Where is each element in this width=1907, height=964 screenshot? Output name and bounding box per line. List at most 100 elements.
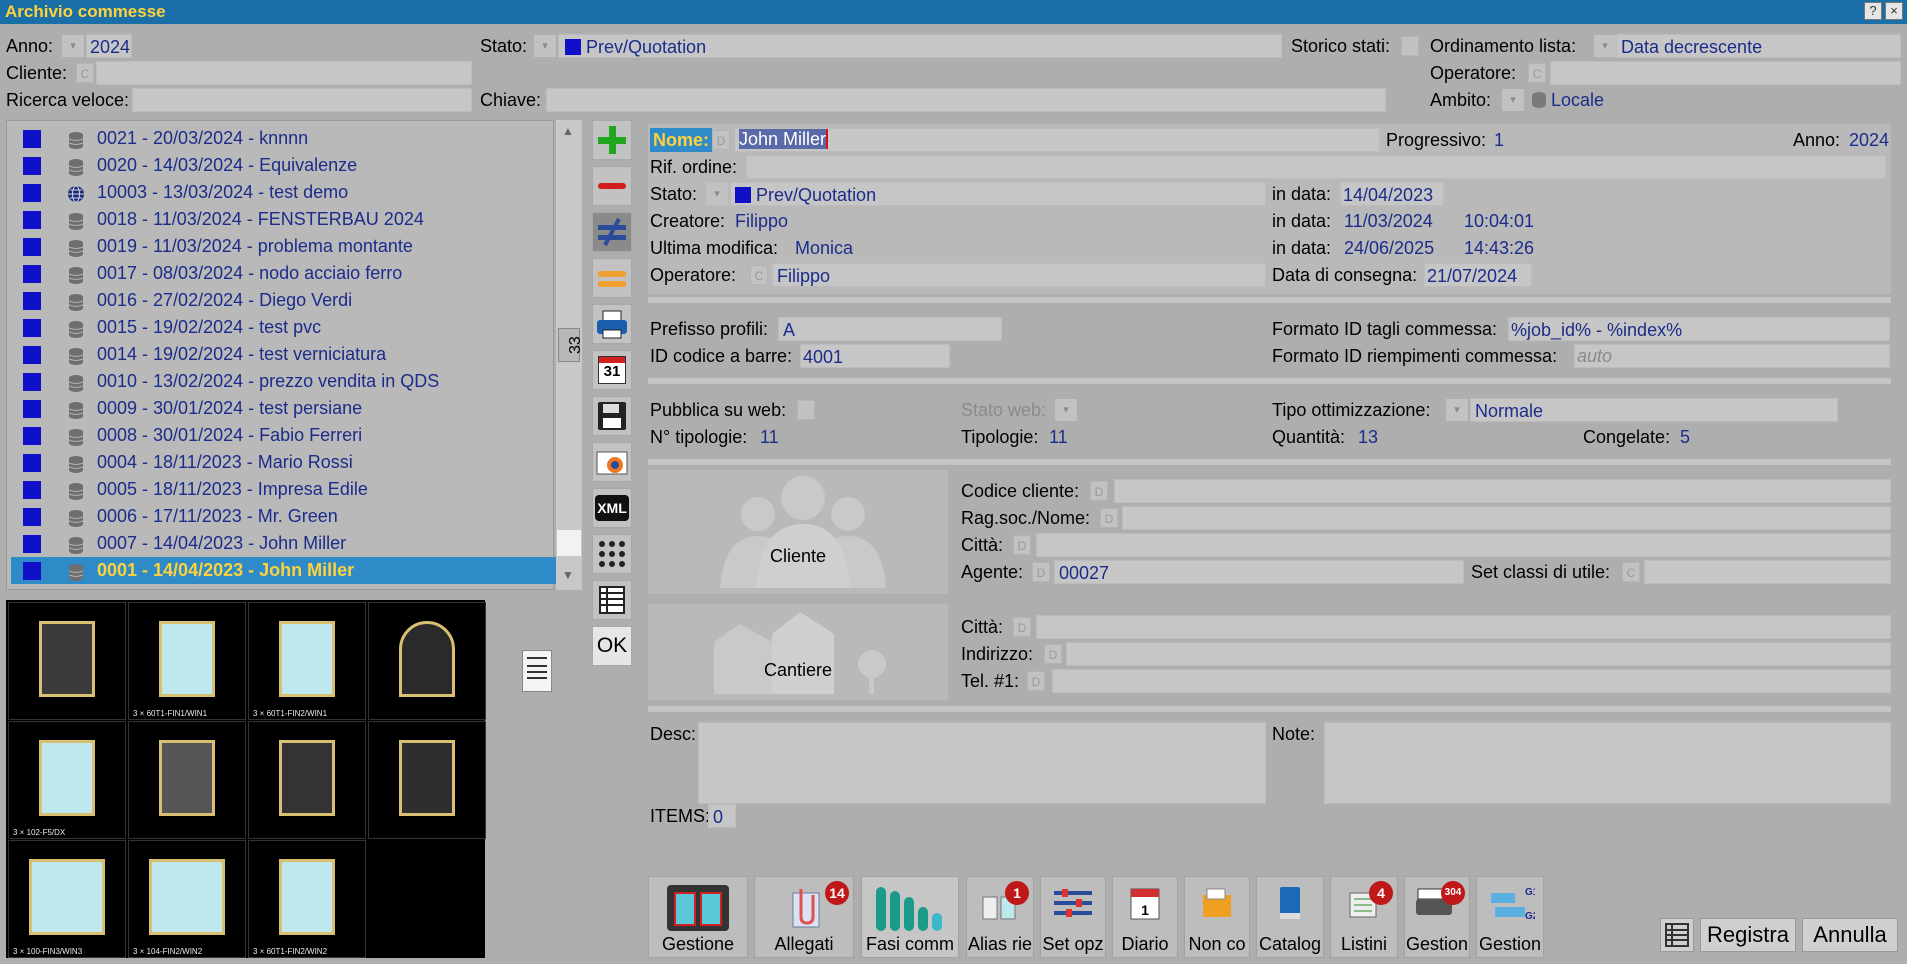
indirizzo-field[interactable] xyxy=(1066,642,1891,666)
stato-data-value[interactable]: 14/04/2023 xyxy=(1340,182,1444,206)
cantiere-citta-d-button[interactable]: D xyxy=(1013,617,1031,637)
nome-d-button[interactable]: D xyxy=(712,130,730,150)
setclassi-field[interactable] xyxy=(1644,560,1891,584)
detail-operatore-field[interactable]: Filippo xyxy=(772,263,1266,287)
stato-dropdown-icon[interactable]: ▾ xyxy=(534,35,556,57)
detail-stato-field[interactable]: Prev/Quotation xyxy=(730,182,1266,206)
close-button[interactable]: × xyxy=(1885,2,1903,20)
set-opzioni-button[interactable]: Set opz xyxy=(1040,876,1106,958)
desc-textarea[interactable] xyxy=(698,722,1266,804)
list-item[interactable]: 0005 - 18/11/2023 - Impresa Edile xyxy=(11,476,557,503)
ordinamento-field[interactable]: Data decrescente xyxy=(1616,34,1901,58)
codcli-field[interactable] xyxy=(1114,479,1891,503)
list-item[interactable]: 0006 - 17/11/2023 - Mr. Green xyxy=(11,503,557,530)
calendar-button[interactable]: 31 xyxy=(592,350,632,390)
scroll-thumb[interactable] xyxy=(557,530,581,556)
thumbnail[interactable] xyxy=(368,602,486,720)
list-scrollbar[interactable]: ▲ 33 ▼ xyxy=(556,120,584,590)
cantiere-card[interactable]: Cantiere xyxy=(648,604,948,700)
gestione-2-button[interactable]: Gestion 304 xyxy=(1404,876,1470,958)
cliente-filter-c-button[interactable]: C xyxy=(76,63,94,83)
ragsoc-d-button[interactable]: D xyxy=(1100,508,1118,528)
list-item[interactable]: 0014 - 19/02/2024 - test verniciatura xyxy=(11,341,557,368)
report-document-icon[interactable] xyxy=(522,650,552,692)
thumbnail[interactable]: 3 × 60T1-FIN1/WIN1 xyxy=(128,602,246,720)
codcli-d-button[interactable]: D xyxy=(1090,481,1108,501)
thumbnail[interactable] xyxy=(128,721,246,839)
cliente-citta-d-button[interactable]: D xyxy=(1013,535,1031,555)
thumbnail[interactable]: 3 × 104-FIN2/WIN2 xyxy=(128,840,246,958)
cliente-citta-field[interactable] xyxy=(1036,533,1891,557)
consegna-value[interactable]: 21/07/2024 xyxy=(1424,263,1532,287)
stato-filter-field[interactable]: Prev/Quotation xyxy=(558,34,1282,58)
detail-operatore-c-button[interactable]: C xyxy=(750,265,768,285)
ragsoc-field[interactable] xyxy=(1122,506,1891,530)
tel-field[interactable] xyxy=(1052,669,1891,693)
setclassi-c-button[interactable]: C xyxy=(1622,562,1640,582)
equal-button[interactable] xyxy=(592,258,632,298)
gestione-3-button[interactable]: G1 G2 Gestion xyxy=(1476,876,1544,958)
agente-d-button[interactable]: D xyxy=(1032,562,1050,582)
items-value[interactable]: 0 xyxy=(708,804,736,828)
list-view-button[interactable] xyxy=(1660,918,1694,952)
list-item[interactable]: 0007 - 14/04/2023 - John Miller xyxy=(11,530,557,557)
list-item[interactable]: 0015 - 19/02/2024 - test pvc xyxy=(11,314,557,341)
agente-field[interactable]: 00027 xyxy=(1054,560,1464,584)
registra-button[interactable]: Registra xyxy=(1700,918,1796,952)
list-item[interactable]: 0008 - 30/01/2024 - Fabio Ferreri xyxy=(11,422,557,449)
indirizzo-d-button[interactable]: D xyxy=(1044,644,1062,664)
alias-button[interactable]: Alias rie 1 xyxy=(966,876,1034,958)
list-item[interactable]: 0009 - 30/01/2024 - test persiane xyxy=(11,395,557,422)
cliente-filter-field[interactable] xyxy=(96,61,472,85)
fasi-commessa-button[interactable]: Fasi comm xyxy=(861,876,959,958)
statoweb-dropdown-icon[interactable]: ▾ xyxy=(1055,399,1077,421)
list-item[interactable]: 0018 - 11/03/2024 - FENSTERBAU 2024 xyxy=(11,206,557,233)
nome-input[interactable]: John Miller xyxy=(734,128,1380,152)
thumbnail[interactable] xyxy=(368,721,486,839)
annulla-button[interactable]: Annulla xyxy=(1802,918,1898,952)
job-list[interactable]: 0021 - 20/03/2024 - knnnn 0020 - 14/03/20… xyxy=(6,120,557,590)
tipo-ott-dropdown-icon[interactable]: ▾ xyxy=(1446,399,1468,421)
scroll-up-icon[interactable]: ▲ xyxy=(562,124,574,138)
thumbnail[interactable]: 3 × 60T1-FIN2/WIN2 xyxy=(248,840,366,958)
thumbnail[interactable]: 3 × 60T1-FIN2/WIN1 xyxy=(248,602,366,720)
barre-field[interactable]: 4001 xyxy=(800,344,950,368)
thumbnail-grid[interactable]: 3 × 60T1-FIN1/WIN1 3 × 60T1-FIN2/WIN1 3 × … xyxy=(6,600,486,958)
gestione-button[interactable]: Gestione xyxy=(648,876,748,958)
table-button[interactable] xyxy=(592,580,632,620)
cantiere-citta-field[interactable] xyxy=(1036,615,1891,639)
tel-d-button[interactable]: D xyxy=(1027,671,1045,691)
list-item[interactable]: 0010 - 13/02/2024 - prezzo vendita in QD… xyxy=(11,368,557,395)
list-item[interactable]: 0020 - 14/03/2024 - Equivalenze xyxy=(11,152,557,179)
xml-button[interactable]: XML xyxy=(592,488,632,528)
pubblica-checkbox[interactable] xyxy=(797,400,815,420)
allegati-button[interactable]: Allegati 14 xyxy=(754,876,854,958)
add-job-button[interactable] xyxy=(592,120,632,160)
cliente-card[interactable]: Cliente xyxy=(648,470,948,594)
save-button[interactable] xyxy=(592,396,632,436)
thumbnail[interactable]: 3 × 100-FIN3/WIN3 xyxy=(8,840,126,958)
list-item[interactable]: 0016 - 27/02/2024 - Diego Verdi xyxy=(11,287,557,314)
listini-button[interactable]: Listini 4 xyxy=(1330,876,1398,958)
non-conformita-button[interactable]: Non co xyxy=(1184,876,1250,958)
operatore-filter-c-button[interactable]: C xyxy=(1528,63,1546,83)
formato-riemp-field[interactable]: auto xyxy=(1574,344,1890,368)
thumbnail[interactable] xyxy=(8,602,126,720)
grid-dots-button[interactable] xyxy=(592,534,632,574)
ambito-field[interactable]: Locale xyxy=(1532,88,1604,112)
chiave-input[interactable] xyxy=(546,88,1386,112)
delete-job-button[interactable] xyxy=(592,166,632,206)
thumbnail[interactable] xyxy=(248,721,366,839)
thumbnail[interactable]: 3 × 102-F5/DX xyxy=(8,721,126,839)
catalogo-button[interactable]: Catalog xyxy=(1256,876,1324,958)
scroll-down-icon[interactable]: ▼ xyxy=(562,568,574,582)
list-item[interactable]: 0017 - 08/03/2024 - nodo acciaio ferro xyxy=(11,260,557,287)
tipo-ott-field[interactable]: Normale xyxy=(1470,398,1838,422)
anno-field[interactable]: 2024 xyxy=(86,34,132,58)
formato-tagli-field[interactable]: %job_id% - %index% xyxy=(1508,317,1890,341)
print-button[interactable] xyxy=(592,304,632,344)
prefisso-field[interactable]: A xyxy=(778,317,1002,341)
ricerca-input[interactable] xyxy=(132,88,472,112)
operatore-filter-field[interactable] xyxy=(1550,61,1901,85)
list-item[interactable]: 0004 - 18/11/2023 - Mario Rossi xyxy=(11,449,557,476)
